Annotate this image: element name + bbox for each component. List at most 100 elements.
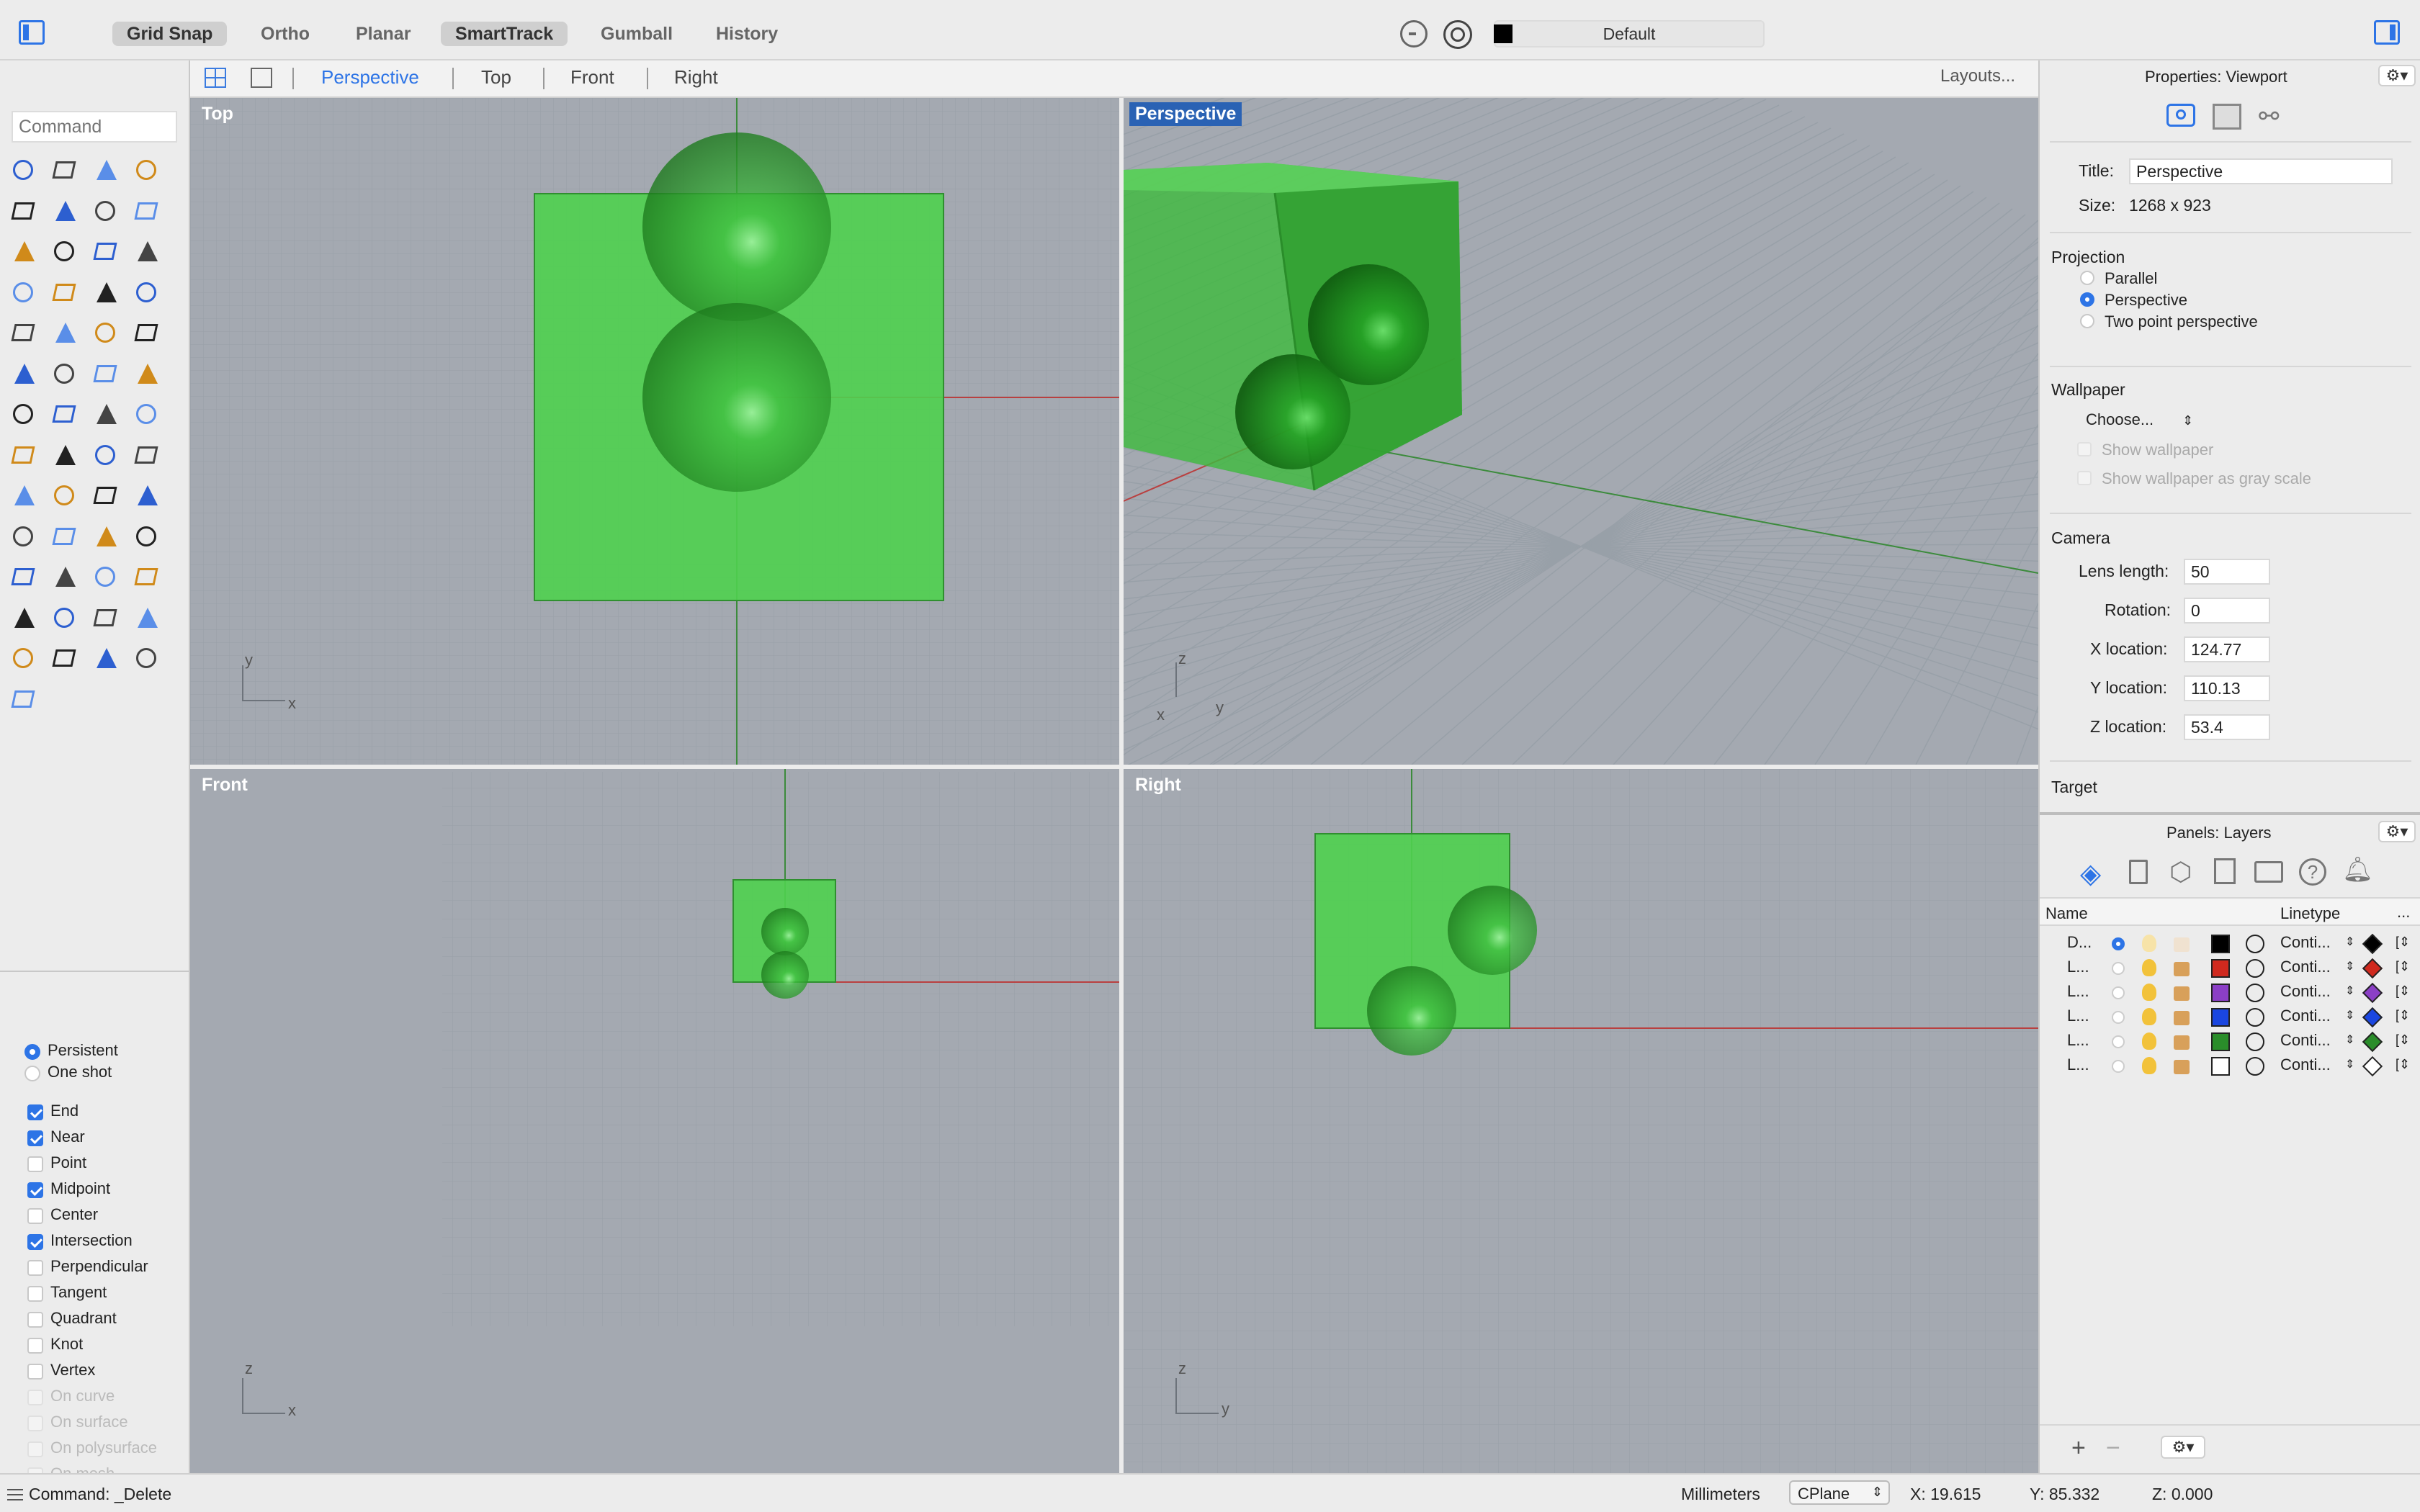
layer-color-swatch[interactable]: [2211, 959, 2230, 978]
material-circle-icon[interactable]: [2246, 959, 2264, 978]
material-circle-icon[interactable]: [2246, 935, 2264, 953]
viewport-label-top[interactable]: Top: [196, 102, 239, 126]
command-input[interactable]: [12, 111, 177, 143]
osnap-intersection-checkbox[interactable]: [27, 1234, 43, 1250]
surface-edge-icon[interactable]: [89, 235, 122, 269]
extrude-surface-icon[interactable]: [130, 276, 163, 310]
dimension-icon[interactable]: [130, 398, 163, 431]
align-icon[interactable]: [130, 439, 163, 472]
osnap-point-checkbox[interactable]: [27, 1156, 43, 1172]
transform-icon[interactable]: [48, 398, 81, 431]
blend-icon[interactable]: [89, 480, 122, 513]
osnap-vertex-checkbox[interactable]: [27, 1364, 43, 1380]
layer-options-gear-icon[interactable]: ⚙▾: [2161, 1436, 2205, 1459]
layer-name[interactable]: L...: [2067, 1056, 2089, 1074]
col-name[interactable]: Name: [2045, 904, 2088, 923]
split-icon[interactable]: [89, 317, 122, 350]
material-icon[interactable]: [89, 602, 122, 635]
boolean-icon[interactable]: [7, 358, 40, 391]
edit-surface-icon[interactable]: [7, 480, 40, 513]
layer-linetype[interactable]: Conti...: [2280, 982, 2331, 1001]
single-view-layout-icon[interactable]: [251, 68, 272, 88]
lock-icon[interactable]: [2174, 986, 2190, 1001]
viewport-perspective[interactable]: Perspective z y x: [1124, 98, 2038, 765]
osnap-perpendicular-checkbox[interactable]: [27, 1260, 43, 1276]
material-circle-icon[interactable]: [2246, 984, 2264, 1002]
yloc-field[interactable]: 110.13: [2184, 675, 2270, 701]
print-width-icon[interactable]: [⇕: [2396, 984, 2410, 999]
zoom-window-icon[interactable]: [48, 521, 81, 554]
layer-color-swatch[interactable]: [2211, 984, 2230, 1002]
osnap-near-checkbox[interactable]: [27, 1130, 43, 1146]
perspective-radio[interactable]: [2080, 292, 2094, 307]
text-icon[interactable]: [7, 398, 40, 431]
viewport-top[interactable]: Top x y: [190, 98, 1119, 765]
layer-linetype[interactable]: Conti...: [2280, 958, 2331, 976]
layer-row[interactable]: D... Conti... ⇕ [⇕: [2040, 932, 2420, 956]
layer-color-swatch[interactable]: [2211, 1057, 2230, 1076]
zoom-icon[interactable]: [7, 521, 40, 554]
osnap-on-surface-checkbox[interactable]: [27, 1416, 43, 1431]
current-layer-radio[interactable]: [2112, 1035, 2125, 1048]
layer-linetype[interactable]: Conti...: [2280, 1007, 2331, 1025]
command-history-icon[interactable]: [7, 1489, 23, 1500]
viewport-label-perspective[interactable]: Perspective: [1129, 102, 1242, 126]
layer-linetype[interactable]: Conti...: [2280, 1031, 2331, 1050]
visibility-bulb-icon[interactable]: [2142, 959, 2156, 976]
print-color-diamond-icon[interactable]: [2362, 1007, 2383, 1028]
document-tab-icon[interactable]: [2129, 860, 2148, 884]
osnap-center-checkbox[interactable]: [27, 1208, 43, 1224]
select-arrow-icon[interactable]: [7, 154, 40, 187]
print-color-diamond-icon[interactable]: [2362, 958, 2383, 979]
print-color-diamond-icon[interactable]: [2362, 982, 2383, 1004]
one-shot-radio[interactable]: [24, 1066, 40, 1081]
layer-row[interactable]: L... Conti... ⇕ [⇕: [2040, 1030, 2420, 1054]
layer-name[interactable]: L...: [2067, 1007, 2089, 1025]
visibility-bulb-icon[interactable]: [2142, 1008, 2156, 1025]
check-icon[interactable]: [48, 480, 81, 513]
group-icon[interactable]: [48, 358, 81, 391]
material-circle-icon[interactable]: [2246, 1057, 2264, 1076]
properties-gear-icon[interactable]: ⚙▾: [2378, 65, 2416, 86]
circle-icon[interactable]: [7, 195, 40, 228]
wireframe-icon[interactable]: [48, 642, 81, 675]
camera-icon[interactable]: [2166, 104, 2195, 127]
current-layer-radio[interactable]: [2112, 937, 2125, 950]
light-icon[interactable]: [7, 602, 40, 635]
polyline-icon[interactable]: [89, 154, 122, 187]
array-pattern-icon[interactable]: [89, 398, 122, 431]
help-tab-icon[interactable]: ?: [2299, 858, 2326, 886]
planar-toggle[interactable]: Planar: [341, 22, 425, 46]
osnap-on-polysurface-checkbox[interactable]: [27, 1441, 43, 1457]
polygon-icon[interactable]: [7, 235, 40, 269]
four-view-layout-icon[interactable]: [205, 68, 226, 88]
render-sphere-icon[interactable]: [89, 642, 122, 675]
current-layer-radio[interactable]: [2112, 962, 2125, 975]
offset-icon[interactable]: [130, 358, 163, 391]
print-color-diamond-icon[interactable]: [2362, 933, 2383, 955]
viewport-frame-icon[interactable]: [2213, 104, 2241, 130]
rotation-field[interactable]: 0: [2184, 598, 2270, 624]
print-width-icon[interactable]: [⇕: [2396, 1008, 2410, 1023]
tab-perspective[interactable]: Perspective: [321, 66, 419, 89]
panel-splitter[interactable]: [2040, 812, 2420, 815]
layer-color-swatch[interactable]: [2211, 1008, 2230, 1027]
tab-top[interactable]: Top: [481, 66, 511, 89]
color-wheel-icon[interactable]: [130, 602, 163, 635]
link-icon[interactable]: ⚯: [2259, 102, 2280, 131]
current-layer-selector[interactable]: Default: [1494, 20, 1765, 48]
print-width-icon[interactable]: [⇕: [2396, 1057, 2410, 1072]
named-views-icon[interactable]: [89, 561, 122, 594]
arc-icon[interactable]: [89, 195, 122, 228]
current-layer-radio[interactable]: [2112, 986, 2125, 999]
rectangle-icon[interactable]: [130, 195, 163, 228]
sphere-icon[interactable]: [48, 276, 81, 310]
layer-row[interactable]: L... Conti... ⇕ [⇕: [2040, 956, 2420, 981]
gumball-toggle[interactable]: Gumball: [586, 22, 687, 46]
lock-icon[interactable]: [2174, 1035, 2190, 1050]
col-linetype[interactable]: Linetype: [2280, 904, 2340, 923]
notifications-tab-icon[interactable]: 🔔︎: [2342, 855, 2373, 884]
zoom-selected-icon[interactable]: [130, 521, 163, 554]
lock-icon[interactable]: [2174, 937, 2190, 952]
layer-name[interactable]: D...: [2067, 933, 2092, 952]
